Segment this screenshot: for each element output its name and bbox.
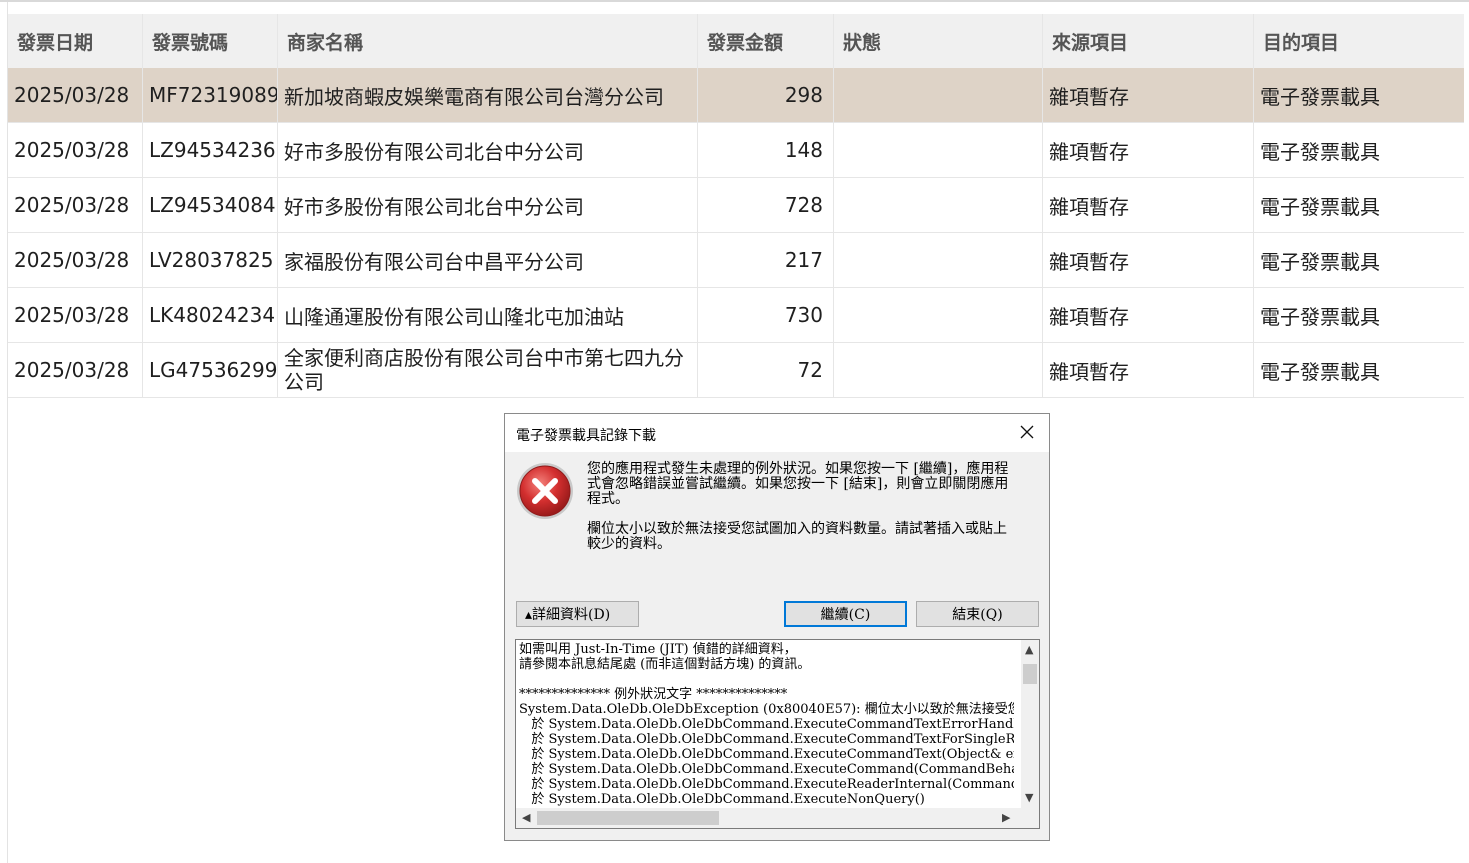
cell-merchant[interactable]: 好市多股份有限公司北台中分公司 [278, 178, 698, 232]
dialog-title: 電子發票載具記錄下載 [516, 428, 656, 444]
error-icon [514, 460, 576, 522]
cell-status[interactable] [834, 343, 1043, 397]
cell-invoice-no[interactable]: LG47536299 [143, 343, 278, 397]
continue-button[interactable]: 繼續(C) [784, 601, 907, 627]
cell-destination[interactable]: 電子發票載具 [1254, 233, 1464, 287]
cell-merchant[interactable]: 新加坡商蝦皮娛樂電商有限公司台灣分公司 [278, 68, 698, 122]
cell-source[interactable]: 雜項暫存 [1043, 123, 1254, 177]
invoice-grid: 發票日期 發票號碼 商家名稱 發票金額 狀態 來源項目 目的項目 2025/03… [8, 14, 1464, 398]
table-row[interactable]: 2025/03/28 LG47536299 全家便利商店股份有限公司台中市第七四… [8, 343, 1464, 398]
cell-merchant[interactable]: 家福股份有限公司台中昌平分公司 [278, 233, 698, 287]
column-header-status[interactable]: 狀態 [834, 14, 1043, 68]
grid-header-row: 發票日期 發票號碼 商家名稱 發票金額 狀態 來源項目 目的項目 [8, 14, 1464, 68]
horizontal-scrollbar[interactable]: ◀ ▶ [516, 808, 1021, 828]
cell-status[interactable] [834, 288, 1043, 342]
cell-amount[interactable]: 148 [698, 123, 834, 177]
cell-amount[interactable]: 728 [698, 178, 834, 232]
cell-merchant[interactable]: 山隆通運股份有限公司山隆北屯加油站 [278, 288, 698, 342]
cell-amount[interactable]: 298 [698, 68, 834, 122]
quit-button[interactable]: 結束(Q) [916, 601, 1039, 627]
cell-status[interactable] [834, 123, 1043, 177]
cell-date[interactable]: 2025/03/28 [8, 343, 143, 397]
exception-dialog: 電子發票載具記錄下載 您的應用程式發生未處理的例外狀況。如果您按一下 [繼續]，… [504, 413, 1050, 841]
cell-invoice-no[interactable]: LK48024234 [143, 288, 278, 342]
cell-date[interactable]: 2025/03/28 [8, 68, 143, 122]
column-header-destination[interactable]: 目的項目 [1254, 14, 1464, 68]
cell-date[interactable]: 2025/03/28 [8, 178, 143, 232]
table-row[interactable]: 2025/03/28 LZ94534084 好市多股份有限公司北台中分公司 72… [8, 178, 1464, 233]
scroll-right-icon[interactable]: ▶ [1002, 811, 1010, 824]
cell-source[interactable]: 雜項暫存 [1043, 68, 1254, 122]
cell-merchant[interactable]: 好市多股份有限公司北台中分公司 [278, 123, 698, 177]
column-header-amount[interactable]: 發票金額 [698, 14, 834, 68]
cell-status[interactable] [834, 68, 1043, 122]
cell-merchant[interactable]: 全家便利商店股份有限公司台中市第七四九分公司 [278, 343, 698, 397]
cell-invoice-no[interactable]: MF72319089 [143, 68, 278, 122]
details-textbox[interactable]: 如需叫用 Just-In-Time (JIT) 偵錯的詳細資料， 請參閱本訊息結… [515, 639, 1040, 829]
cell-destination[interactable]: 電子發票載具 [1254, 178, 1464, 232]
vertical-scroll-thumb[interactable] [1023, 664, 1037, 684]
cell-destination[interactable]: 電子發票載具 [1254, 68, 1464, 122]
column-header-merchant[interactable]: 商家名稱 [278, 14, 698, 68]
table-row[interactable]: 2025/03/28 MF72319089 新加坡商蝦皮娛樂電商有限公司台灣分公… [8, 68, 1464, 123]
cell-amount[interactable]: 72 [698, 343, 834, 397]
exception-message: 您的應用程式發生未處理的例外狀況。如果您按一下 [繼續]，應用程式會忽略錯誤並嘗… [587, 461, 1009, 507]
cell-date[interactable]: 2025/03/28 [8, 233, 143, 287]
details-button[interactable]: ▴詳細資料(D) [516, 601, 639, 627]
horizontal-scroll-thumb[interactable] [537, 811, 719, 825]
dialog-titlebar[interactable]: 電子發票載具記錄下載 [505, 414, 1049, 452]
cell-source[interactable]: 雜項暫存 [1043, 343, 1254, 397]
column-header-date[interactable]: 發票日期 [8, 14, 143, 68]
cell-destination[interactable]: 電子發票載具 [1254, 288, 1464, 342]
cell-status[interactable] [834, 178, 1043, 232]
scroll-left-icon[interactable]: ◀ [522, 811, 530, 824]
cell-date[interactable]: 2025/03/28 [8, 288, 143, 342]
cell-source[interactable]: 雜項暫存 [1043, 288, 1254, 342]
column-header-invoice-no[interactable]: 發票號碼 [143, 14, 278, 68]
table-row[interactable]: 2025/03/28 LK48024234 山隆通運股份有限公司山隆北屯加油站 … [8, 288, 1464, 343]
top-border [0, 0, 1469, 2]
scrollbar-corner [1021, 808, 1039, 828]
column-header-source[interactable]: 來源項目 [1043, 14, 1254, 68]
cell-source[interactable]: 雜項暫存 [1043, 233, 1254, 287]
exception-detail-message: 欄位太小以致於無法接受您試圖加入的資料數量。請試著插入或貼上較少的資料。 [587, 521, 1007, 552]
table-row[interactable]: 2025/03/28 LZ94534236 好市多股份有限公司北台中分公司 14… [8, 123, 1464, 178]
cell-amount[interactable]: 217 [698, 233, 834, 287]
cell-destination[interactable]: 電子發票載具 [1254, 123, 1464, 177]
cell-destination[interactable]: 電子發票載具 [1254, 343, 1464, 397]
scroll-up-icon[interactable]: ▲ [1025, 643, 1033, 656]
table-row[interactable]: 2025/03/28 LV28037825 家福股份有限公司台中昌平分公司 21… [8, 233, 1464, 288]
cell-invoice-no[interactable]: LZ94534084 [143, 178, 278, 232]
vertical-scrollbar[interactable]: ▲ ▼ [1021, 640, 1039, 808]
cell-amount[interactable]: 730 [698, 288, 834, 342]
close-icon[interactable] [1015, 420, 1039, 444]
scroll-down-icon[interactable]: ▼ [1025, 791, 1033, 804]
cell-source[interactable]: 雜項暫存 [1043, 178, 1254, 232]
details-text[interactable]: 如需叫用 Just-In-Time (JIT) 偵錯的詳細資料， 請參閱本訊息結… [519, 642, 1014, 808]
cell-invoice-no[interactable]: LZ94534236 [143, 123, 278, 177]
cell-date[interactable]: 2025/03/28 [8, 123, 143, 177]
cell-status[interactable] [834, 233, 1043, 287]
cell-invoice-no[interactable]: LV28037825 [143, 233, 278, 287]
